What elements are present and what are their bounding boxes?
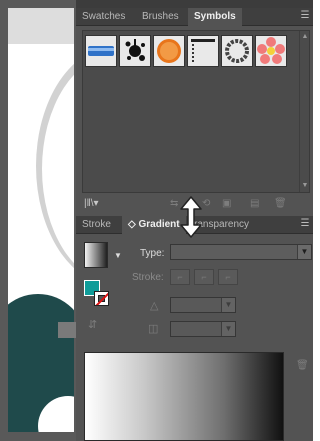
- gradient-type-select[interactable]: ▼: [170, 244, 312, 260]
- orange-button-symbol[interactable]: [153, 35, 185, 67]
- artboard[interactable]: [8, 8, 74, 432]
- stroke-swatch[interactable]: [94, 291, 109, 306]
- tab-swatches[interactable]: Swatches: [76, 8, 131, 26]
- canvas-scrollbar[interactable]: [58, 322, 76, 338]
- ink-splat-symbol[interactable]: [119, 35, 151, 67]
- tab-symbols[interactable]: Symbols: [188, 8, 242, 26]
- chevron-down-icon: ▼: [221, 322, 235, 336]
- angle-field[interactable]: ▼: [170, 297, 236, 313]
- ring-symbol[interactable]: [221, 35, 253, 67]
- artwork-top-shape: [8, 8, 74, 44]
- chevron-down-icon: ▼: [297, 245, 311, 259]
- symbols-panel-tabs: Swatches Brushes Symbols ☰: [76, 8, 313, 26]
- dashed-ruler-icon: [191, 39, 215, 64]
- chevron-down-icon: ▼: [221, 298, 235, 312]
- panel-menu-icon[interactable]: ☰: [299, 218, 311, 230]
- scroll-up-icon[interactable]: ▲: [301, 33, 309, 41]
- ink-splat-icon: [125, 39, 145, 61]
- stroke-label: Stroke:: [132, 272, 164, 283]
- gradient-preview-swatch[interactable]: [84, 242, 108, 268]
- angle-icon: △: [150, 300, 159, 312]
- flower-symbol[interactable]: [255, 35, 287, 67]
- ring-icon: [225, 39, 249, 63]
- dock-header: [76, 0, 313, 8]
- tab-gradient-label: Gradient: [138, 219, 180, 230]
- blue-banner-icon: [88, 46, 114, 56]
- stroke-within-button[interactable]: ⌐: [170, 269, 190, 285]
- chevron-down-icon[interactable]: ▼: [114, 251, 122, 260]
- aspect-ratio-field[interactable]: ▼: [170, 321, 236, 337]
- symbols-list: ▲ ▼: [82, 30, 310, 193]
- panel-dock: Swatches Brushes Symbols ☰ ▲ ▼ |‖\▾ ⇆ ⟲ …: [76, 0, 313, 441]
- gradient-tab-arrows-icon: ◇: [128, 219, 136, 230]
- delete-symbol-icon[interactable]: 🗑: [274, 198, 287, 210]
- orange-circle-icon: [157, 39, 181, 63]
- stroke-along-button[interactable]: ⌐: [194, 269, 214, 285]
- aspect-ratio-icon: ◫: [148, 323, 159, 335]
- flower-icon: [257, 37, 285, 64]
- panel-menu-icon[interactable]: ☰: [299, 10, 311, 22]
- gradient-slider[interactable]: [84, 352, 284, 441]
- symbols-scrollbar[interactable]: ▲ ▼: [299, 31, 309, 192]
- canvas-area: [0, 0, 76, 441]
- stroke-across-button[interactable]: ⌐: [218, 269, 238, 285]
- tab-gradient[interactable]: ◇ Gradient: [122, 216, 186, 234]
- dashed-ruler-symbol[interactable]: [187, 35, 219, 67]
- delete-stop-icon[interactable]: 🗑: [296, 360, 309, 371]
- type-label: Type:: [140, 248, 165, 259]
- blue-banner-symbol[interactable]: [85, 35, 117, 67]
- symbol-options-icon[interactable]: ▣: [222, 198, 231, 210]
- double-headed-vertical-arrow-icon: [180, 196, 202, 238]
- library-icon[interactable]: |‖\▾: [84, 198, 99, 210]
- tab-stroke[interactable]: Stroke: [76, 216, 117, 234]
- new-symbol-icon[interactable]: ▤: [250, 198, 259, 210]
- scroll-down-icon[interactable]: ▼: [301, 182, 309, 190]
- reverse-gradient-icon[interactable]: ⇵: [88, 318, 97, 331]
- stroke-swatch-inner: [98, 295, 105, 302]
- tab-brushes[interactable]: Brushes: [136, 8, 185, 26]
